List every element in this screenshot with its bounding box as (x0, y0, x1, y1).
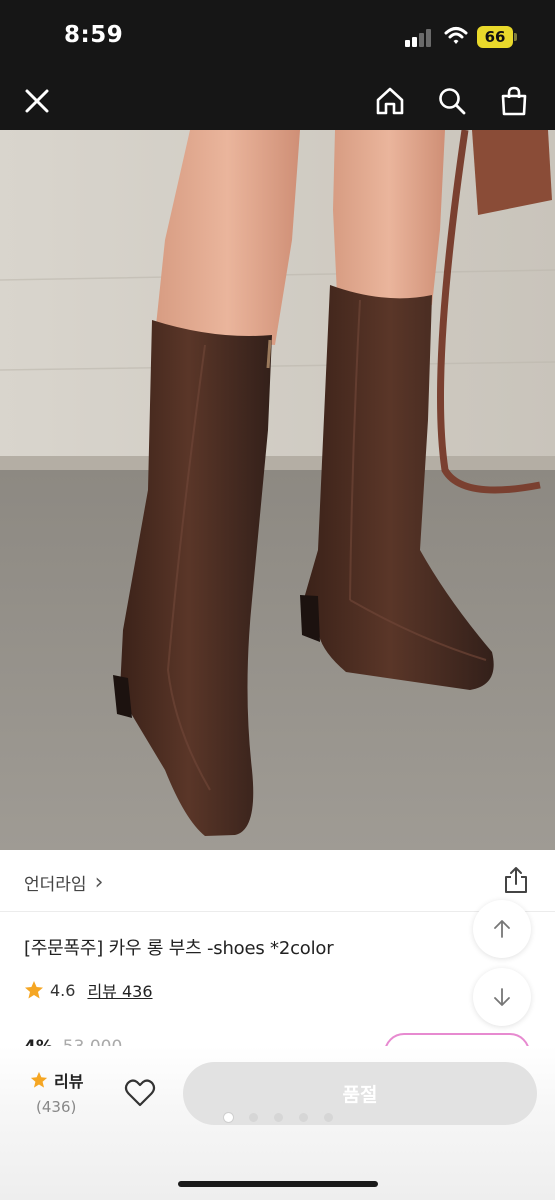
boots-photo (0, 130, 555, 850)
signal-icon (405, 29, 433, 47)
brand-link[interactable]: 언더라임 › (24, 870, 103, 895)
wifi-icon (444, 27, 468, 44)
bottom-review-count: (436) (36, 1098, 77, 1116)
heart-icon[interactable] (124, 1078, 156, 1108)
rating-row: 4.6 리뷰 436 (24, 978, 153, 1002)
shopping-bag-icon (501, 86, 527, 116)
bottom-review-label: 리뷰 (54, 1072, 84, 1091)
arrow-down-icon (494, 988, 510, 1006)
chevron-right-icon: › (94, 869, 104, 895)
app-bar (0, 75, 555, 130)
image-carousel-dots (224, 1113, 333, 1122)
search-icon (439, 88, 466, 115)
carousel-dot[interactable] (299, 1113, 308, 1122)
battery-icon: 66 (477, 26, 517, 48)
carousel-dot[interactable] (274, 1113, 283, 1122)
carousel-dot[interactable] (224, 1113, 233, 1122)
product-image[interactable] (0, 130, 555, 850)
scroll-down-button[interactable] (473, 968, 531, 1026)
rating-value: 4.6 (50, 980, 76, 1000)
product-title: [주문폭주] 카우 롱 부츠 -shoes *2color (24, 938, 334, 959)
share-icon[interactable] (503, 866, 529, 894)
bottom-review[interactable]: 리뷰 (30, 1068, 83, 1092)
status-time: 8:59 (64, 22, 124, 48)
home-button[interactable] (370, 81, 410, 121)
home-indicator (178, 1181, 378, 1187)
home-icon (376, 87, 404, 115)
close-button[interactable] (17, 81, 57, 121)
brand-row: 언더라임 › (0, 850, 555, 912)
arrow-up-icon (494, 920, 510, 938)
status-bar: 8:59 66 (0, 0, 555, 75)
brand-name: 언더라임 (24, 875, 87, 895)
star-icon (25, 981, 43, 999)
close-icon (25, 89, 49, 113)
carousel-dot[interactable] (249, 1113, 258, 1122)
scroll-up-button[interactable] (473, 900, 531, 958)
cart-button[interactable] (494, 81, 534, 121)
search-button[interactable] (432, 81, 472, 121)
review-link[interactable]: 리뷰 436 (87, 978, 152, 1002)
star-icon (30, 1071, 48, 1088)
carousel-dot[interactable] (324, 1113, 333, 1122)
